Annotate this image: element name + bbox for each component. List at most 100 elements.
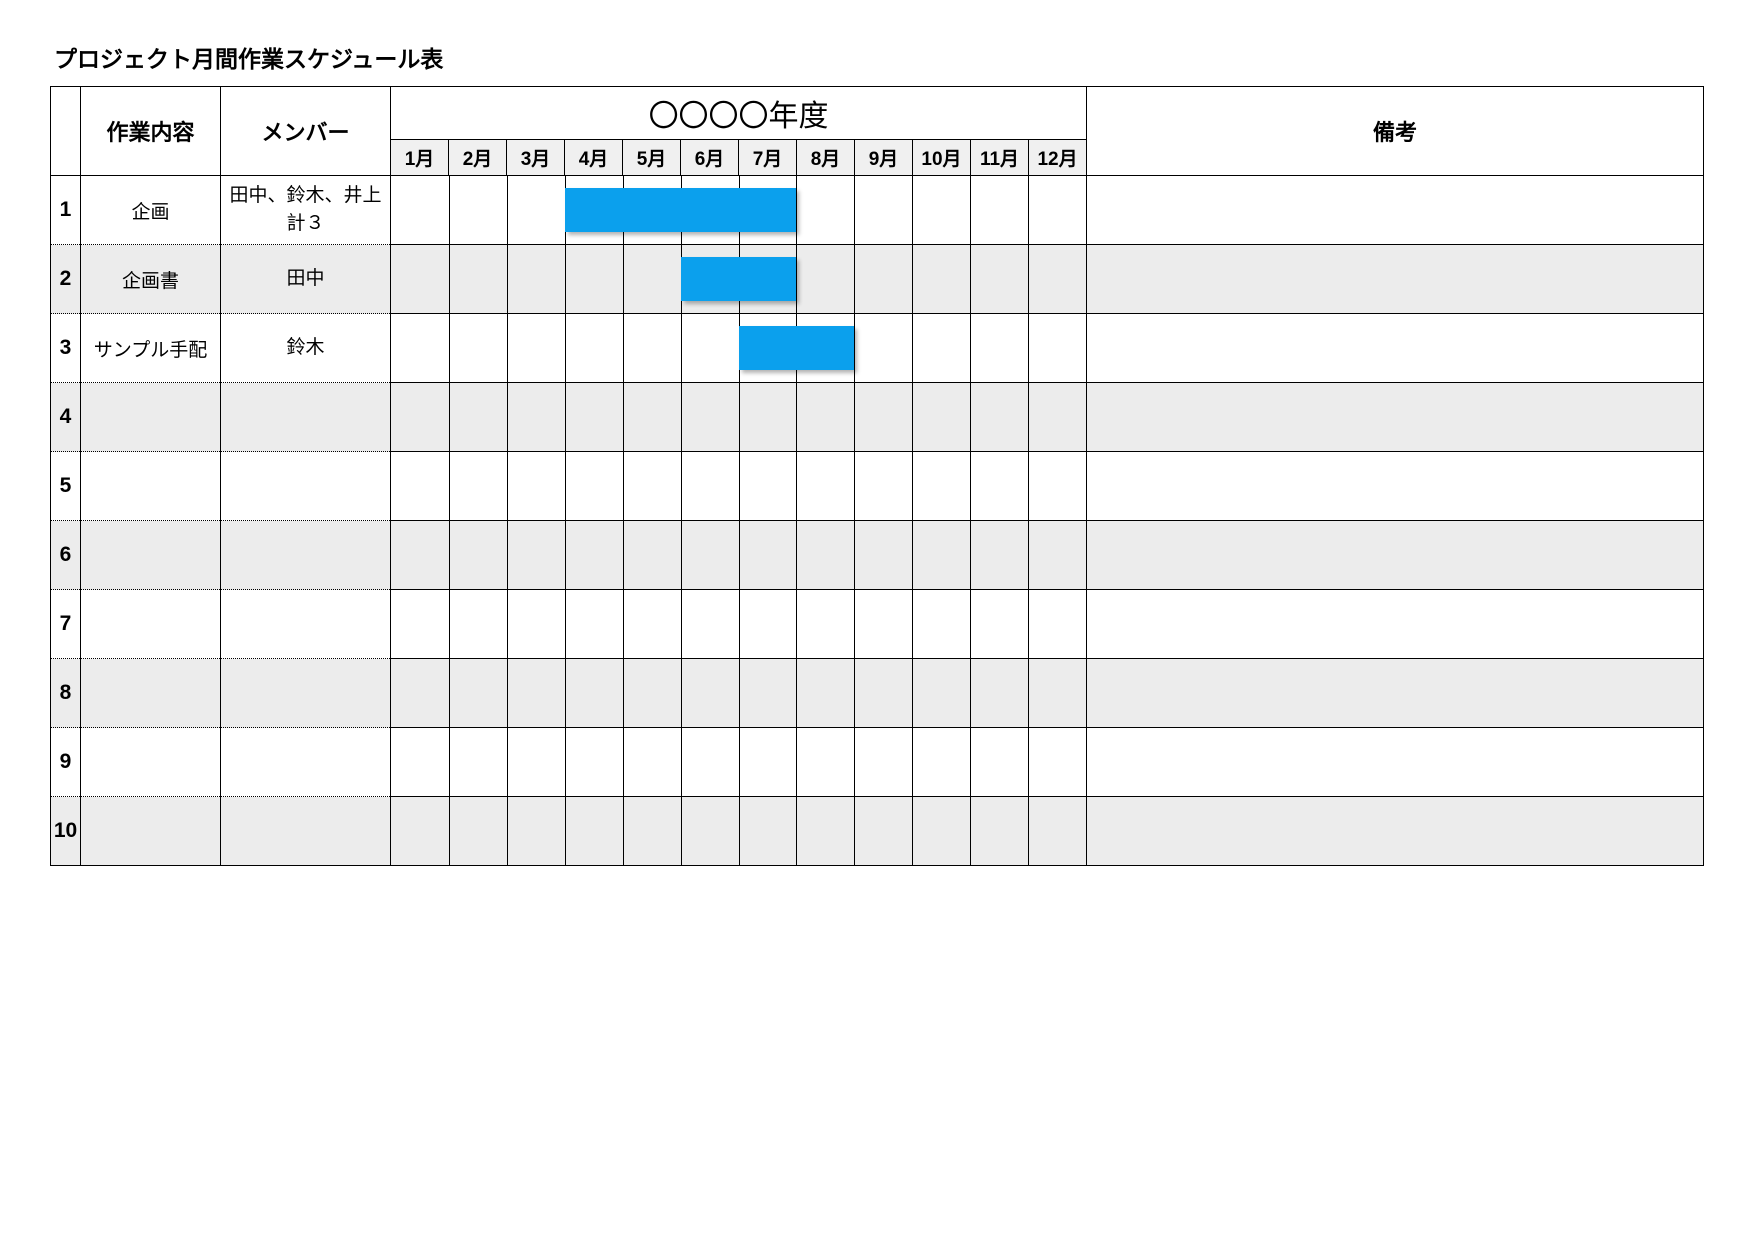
member-cell: 田中、鈴木、井上計３ xyxy=(221,176,391,245)
gantt-cell xyxy=(391,176,1087,245)
month-divider xyxy=(565,383,566,451)
month-divider xyxy=(565,521,566,589)
month-divider xyxy=(623,314,624,382)
month-divider xyxy=(796,659,797,727)
month-divider xyxy=(507,314,508,382)
month-divider xyxy=(681,797,682,865)
month-divider xyxy=(1028,176,1029,244)
month-divider xyxy=(854,452,855,520)
gantt-cell xyxy=(391,659,1087,728)
month-divider xyxy=(854,245,855,313)
month-header: 11月 xyxy=(971,140,1029,176)
month-divider xyxy=(449,383,450,451)
row-number: 7 xyxy=(51,590,81,659)
month-divider xyxy=(507,728,508,796)
month-divider xyxy=(507,590,508,658)
month-divider xyxy=(1028,521,1029,589)
task-cell xyxy=(81,590,221,659)
table-row: 10 xyxy=(51,797,1704,866)
member-cell xyxy=(221,521,391,590)
month-divider xyxy=(623,797,624,865)
notes-cell xyxy=(1087,728,1704,797)
month-divider xyxy=(449,452,450,520)
month-divider xyxy=(739,659,740,727)
member-cell: 田中 xyxy=(221,245,391,314)
month-divider xyxy=(796,176,797,244)
month-divider xyxy=(449,590,450,658)
member-cell xyxy=(221,590,391,659)
notes-cell xyxy=(1087,245,1704,314)
month-header: 3月 xyxy=(507,140,565,176)
header-member: メンバー xyxy=(221,87,391,176)
month-divider xyxy=(912,452,913,520)
month-divider xyxy=(1028,314,1029,382)
month-divider xyxy=(507,797,508,865)
month-divider xyxy=(796,728,797,796)
month-divider xyxy=(681,659,682,727)
table-row: 3サンプル手配鈴木 xyxy=(51,314,1704,383)
month-divider xyxy=(449,797,450,865)
month-divider xyxy=(912,383,913,451)
month-divider xyxy=(507,176,508,244)
gantt-bar xyxy=(565,188,797,232)
task-cell xyxy=(81,521,221,590)
month-divider xyxy=(565,659,566,727)
notes-cell xyxy=(1087,797,1704,866)
month-divider xyxy=(854,797,855,865)
notes-cell xyxy=(1087,521,1704,590)
month-divider xyxy=(507,659,508,727)
month-divider xyxy=(681,521,682,589)
month-divider xyxy=(970,383,971,451)
month-divider xyxy=(565,797,566,865)
month-divider xyxy=(970,659,971,727)
month-divider xyxy=(623,383,624,451)
month-divider xyxy=(507,245,508,313)
notes-cell xyxy=(1087,176,1704,245)
month-divider xyxy=(912,728,913,796)
month-divider xyxy=(449,245,450,313)
month-divider xyxy=(449,176,450,244)
month-divider xyxy=(912,659,913,727)
month-divider xyxy=(623,659,624,727)
row-number: 9 xyxy=(51,728,81,797)
month-header: 9月 xyxy=(855,140,913,176)
month-divider xyxy=(912,245,913,313)
gantt-cell xyxy=(391,245,1087,314)
month-divider xyxy=(449,659,450,727)
task-cell: 企画書 xyxy=(81,245,221,314)
gantt-cell xyxy=(391,728,1087,797)
month-divider xyxy=(970,590,971,658)
month-divider xyxy=(681,452,682,520)
page-title: プロジェクト月間作業スケジュール表 xyxy=(50,40,1704,74)
row-number: 6 xyxy=(51,521,81,590)
row-number: 5 xyxy=(51,452,81,521)
month-divider xyxy=(565,452,566,520)
month-divider xyxy=(912,590,913,658)
member-cell xyxy=(221,797,391,866)
member-cell xyxy=(221,659,391,728)
month-divider xyxy=(623,452,624,520)
month-divider xyxy=(854,383,855,451)
task-cell xyxy=(81,728,221,797)
month-divider xyxy=(796,245,797,313)
month-divider xyxy=(796,521,797,589)
month-divider xyxy=(912,521,913,589)
schedule-table: 作業内容 メンバー 〇〇〇〇年度 備考 1月 2月 3月 4月 5月 6月 7月… xyxy=(50,86,1704,866)
notes-cell xyxy=(1087,659,1704,728)
task-cell xyxy=(81,383,221,452)
month-header: 1月 xyxy=(391,140,449,176)
month-divider xyxy=(970,728,971,796)
month-divider xyxy=(565,728,566,796)
month-divider xyxy=(739,452,740,520)
month-divider xyxy=(912,314,913,382)
month-divider xyxy=(854,314,855,382)
month-divider xyxy=(681,590,682,658)
table-row: 4 xyxy=(51,383,1704,452)
member-cell: 鈴木 xyxy=(221,314,391,383)
row-number: 3 xyxy=(51,314,81,383)
member-cell xyxy=(221,728,391,797)
month-divider xyxy=(565,245,566,313)
month-divider xyxy=(565,314,566,382)
table-row: 9 xyxy=(51,728,1704,797)
notes-cell xyxy=(1087,314,1704,383)
